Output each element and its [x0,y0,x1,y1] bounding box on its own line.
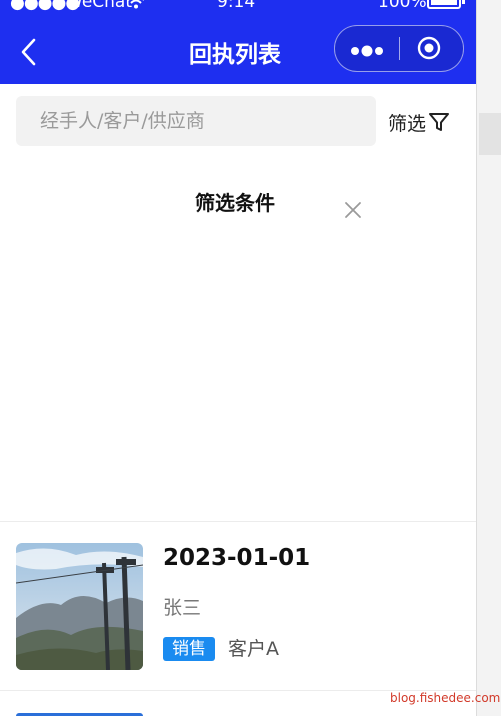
nav-header: ●●●●● WeChat 9:14 100% 回执列表 [0,0,476,84]
item-date: 2023-01-01 [163,545,311,571]
page-title: 回执列表 [189,42,281,68]
divider [0,521,476,522]
phone-screen: ●●●●● WeChat 9:14 100% 回执列表 经手人/客户/供应商 筛… [0,0,476,716]
status-bar: ●●●●● WeChat 9:14 100% [0,0,476,14]
capsule-divider [399,37,400,60]
scrollbar-gutter[interactable] [476,0,501,716]
status-time: 9:14 [217,0,256,12]
more-icon[interactable] [349,42,389,57]
item-customer: 客户A [228,638,279,660]
item-handler-name: 张三 [163,597,202,619]
mini-program-capsule [334,25,464,72]
battery-icon [427,0,465,9]
scrollbar-thumb[interactable] [479,113,501,155]
back-icon[interactable] [18,38,40,66]
wifi-icon [127,0,145,14]
battery-percent: 100% [378,0,427,12]
watermark: blog.fishedee.com [390,691,501,705]
search-input[interactable] [16,96,376,146]
filter-panel-title: 筛选条件 [195,191,275,215]
close-icon[interactable] [343,200,363,220]
funnel-icon [429,113,450,131]
close-target-icon[interactable] [417,36,441,60]
item-thumbnail[interactable] [16,543,143,670]
filter-button[interactable]: 筛选 [388,109,450,135]
carrier-name: WeChat [66,0,132,12]
item-type-badge: 销售 [163,637,215,661]
filter-label: 筛选 [388,112,427,135]
